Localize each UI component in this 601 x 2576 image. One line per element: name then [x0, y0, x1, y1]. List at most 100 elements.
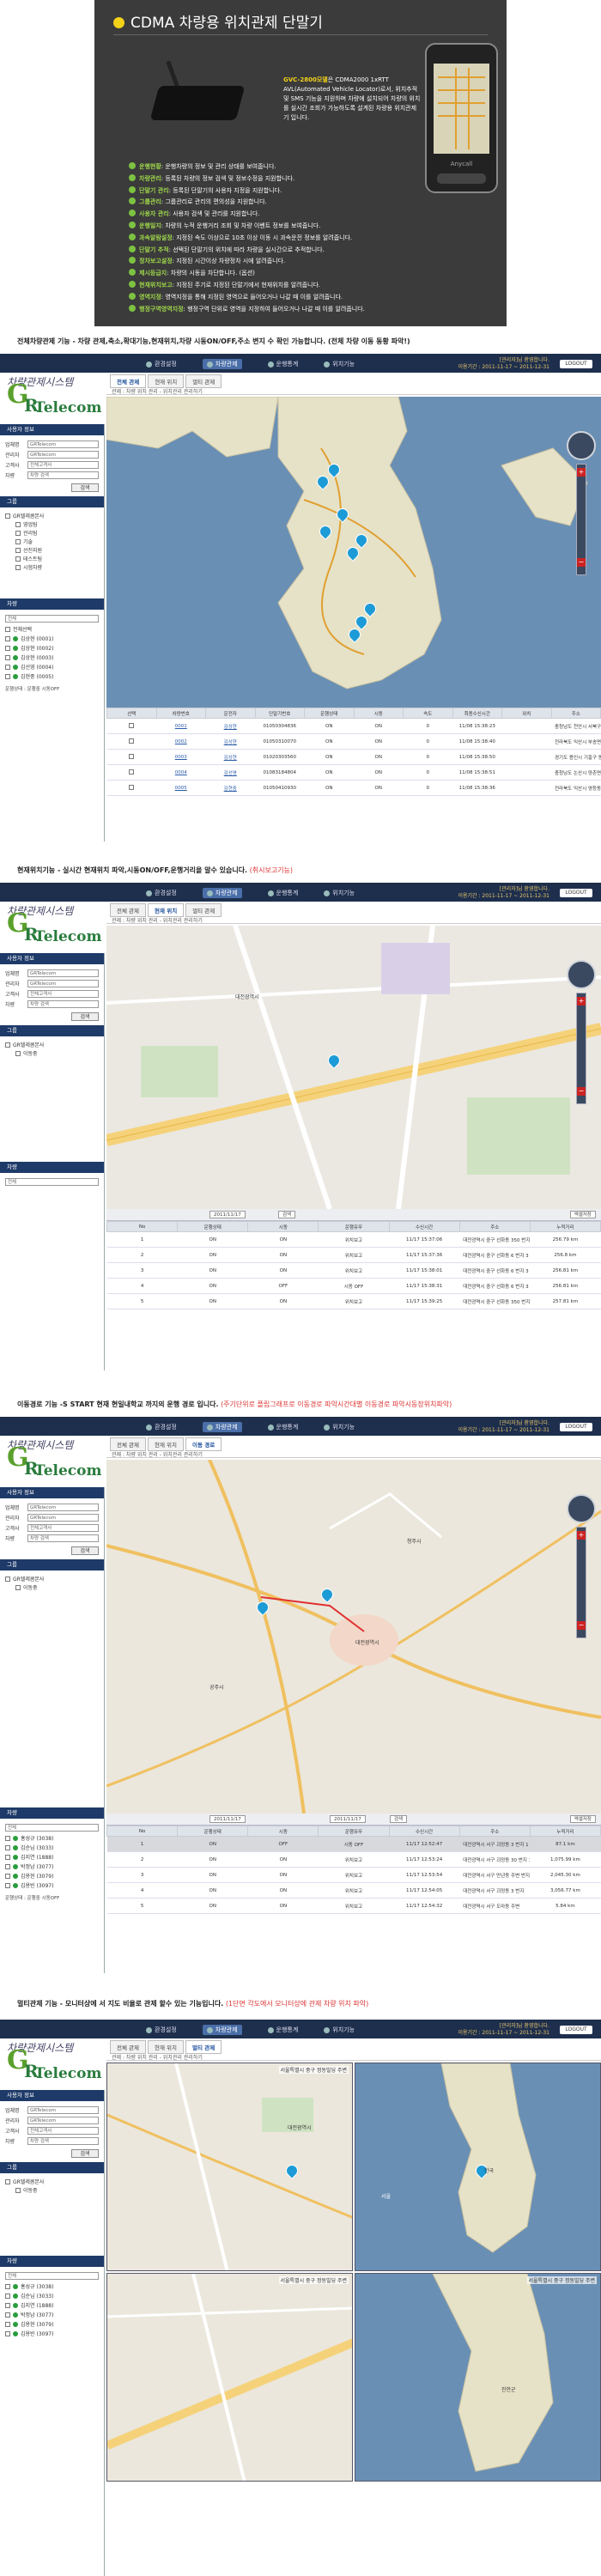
table-row[interactable]: 0005 김현중 01050410930 ON ON 0 11/08 15:38:36 전라북…: [106, 780, 601, 796]
map-street-current[interactable]: 대전광역시 + −: [106, 926, 601, 1209]
table-row[interactable]: 2 ON ON 위치보고 11/17 15:37:36 대전광역시 중구 선화동 6 번지…: [106, 1247, 601, 1263]
list-item[interactable]: 김상현 (0002): [5, 644, 99, 653]
column-header[interactable]: 운행유무: [318, 1221, 390, 1232]
search-button[interactable]: 검색: [390, 1815, 408, 1823]
list-item[interactable]: 김순님 (3033): [5, 1844, 99, 1853]
checkbox[interactable]: [129, 722, 135, 728]
map-pane-2[interactable]: 한국 서울: [355, 2063, 601, 2271]
list-item[interactable]: 김선영 (0004): [5, 663, 99, 672]
logout-button[interactable]: LOGOUT: [560, 2026, 592, 2034]
zoom-in-icon[interactable]: +: [577, 1531, 586, 1540]
column-header[interactable]: 운행상태: [177, 1826, 249, 1837]
logout-button[interactable]: LOGOUT: [560, 1423, 592, 1431]
column-header[interactable]: 시동: [353, 708, 404, 719]
column-header[interactable]: 최종수신시간: [452, 708, 502, 719]
vehicle-pin[interactable]: [355, 534, 366, 548]
vehicle-filter-select[interactable]: 전체: [5, 615, 99, 623]
table-row[interactable]: 0004 김선영 01083184804 ON ON 0 11/08 15:38:51 충청남…: [106, 764, 601, 781]
list-item[interactable]: 김지연 (1888): [5, 1853, 99, 1862]
table-row[interactable]: 0001 김상현 01050304836 ON ON 0 11/08 15:38:23 충청남…: [106, 718, 601, 734]
manager-select[interactable]: GRTelecom: [27, 451, 99, 459]
vehicle-pin[interactable]: [347, 547, 357, 561]
table-row[interactable]: 0002 김상현 01050310070 ON ON 0 11/08 15:38:40 전라북…: [106, 733, 601, 750]
search-button[interactable]: 검색: [278, 1211, 296, 1218]
checkbox[interactable]: [129, 784, 135, 790]
column-header[interactable]: 운행유무: [318, 1826, 390, 1837]
column-header[interactable]: 시동: [247, 1826, 319, 1837]
column-header[interactable]: No: [106, 1221, 179, 1232]
map-pane-1[interactable]: 대전광역시 서울특별시 중구 정동빌딩 주변: [106, 2063, 353, 2271]
list-item[interactable]: 홍성규 (3038): [5, 1834, 99, 1844]
column-header[interactable]: 시동: [247, 1221, 319, 1232]
date-to-field[interactable]: 2011/11/17: [330, 1815, 366, 1823]
route-pin[interactable]: [257, 1601, 267, 1615]
map-pane-3[interactable]: 서울특별시 중구 정동빌딩 주변: [106, 2273, 353, 2482]
column-header[interactable]: 위치: [501, 708, 552, 719]
map-route[interactable]: 대전광역시 공주시 청주시 + −: [106, 1460, 601, 1814]
column-header[interactable]: 수신시간: [388, 1221, 460, 1232]
search-button[interactable]: 검색: [71, 1012, 99, 1021]
table-row[interactable]: 1 ON OFF 시동 OFF 11/17 12:52:47 대전광역시 서구 괴정동 3…: [106, 1836, 601, 1852]
zoom-control[interactable]: + −: [567, 960, 596, 1104]
vehicle-pin[interactable]: [319, 526, 330, 539]
table-row[interactable]: 3 ON ON 위치보고 11/17 12:53:54 대전광역시 서구 만년동 주변 번…: [106, 1867, 601, 1883]
list-item[interactable]: 김상현 (0003): [5, 653, 99, 663]
column-header[interactable]: 주소: [458, 1221, 531, 1232]
table-row[interactable]: 1 ON ON 위치보고 11/17 15:37:06 대전광역시 중구 선화동 350 …: [106, 1231, 601, 1248]
date-from-field[interactable]: 2011/11/17: [209, 1815, 246, 1823]
table-row[interactable]: 4 ON OFF 시동 OFF 11/17 15:38:31 대전광역시 중구 선화동 6…: [106, 1278, 601, 1294]
column-header[interactable]: 단말기번호: [254, 708, 305, 719]
zoom-control[interactable]: + −: [567, 1494, 596, 1638]
nav-location[interactable]: 위치기능: [324, 359, 355, 369]
list-item[interactable]: 박정남 (3077): [5, 2311, 99, 2320]
column-header[interactable]: 속도: [403, 708, 453, 719]
list-item[interactable]: 김용현 (3079): [5, 1872, 99, 1881]
column-header[interactable]: 주소: [458, 1826, 531, 1837]
nav-statistics[interactable]: 운행통계: [267, 359, 298, 369]
zoom-in-icon[interactable]: +: [577, 468, 586, 477]
vehicle-pin[interactable]: [328, 464, 338, 477]
table-row[interactable]: 4 ON ON 위치보고 11/17 12:54:05 대전광역시 서구 괴정동 3 번지…: [106, 1882, 601, 1899]
excel-button[interactable]: 엑셀저장: [569, 1815, 596, 1823]
zoom-in-icon[interactable]: +: [577, 997, 586, 1005]
excel-button[interactable]: 엑셀저장: [569, 1211, 596, 1218]
checkbox[interactable]: [129, 738, 135, 744]
date-field[interactable]: 2011/11/17: [209, 1211, 246, 1218]
list-item[interactable]: 김용빈 (3097): [5, 2330, 99, 2339]
list-item[interactable]: 홍성규 (3038): [5, 2282, 99, 2292]
table-row[interactable]: 5 ON ON 위치보고 11/17 12:54:32 대전광역시 서구 도마동 주변 5.…: [106, 1898, 601, 1914]
table-row[interactable]: 2 ON ON 위치보고 11/17 12:53:24 대전광역시 서구 괴정동 30 번…: [106, 1851, 601, 1868]
search-button[interactable]: 검색: [71, 1546, 99, 1555]
checkbox[interactable]: [129, 769, 135, 775]
search-button[interactable]: 검색: [71, 483, 99, 492]
map-korea[interactable]: + −: [106, 397, 601, 708]
vehicle-pin[interactable]: [355, 616, 366, 629]
list-item[interactable]: 김지연 (1888): [5, 2301, 99, 2311]
list-item[interactable]: 김용현 (3079): [5, 2320, 99, 2330]
vehicle-pin[interactable]: [349, 629, 359, 642]
logout-button[interactable]: LOGOUT: [560, 889, 592, 897]
vehicle-search-input[interactable]: 차량 검색: [27, 471, 99, 479]
search-button[interactable]: 검색: [71, 2149, 99, 2158]
vehicle-pin[interactable]: [328, 1054, 338, 1068]
route-pin[interactable]: [321, 1589, 331, 1602]
zoom-out-icon[interactable]: −: [577, 1621, 586, 1630]
column-header[interactable]: 주소: [550, 708, 601, 719]
zoom-out-icon[interactable]: −: [577, 1087, 586, 1096]
pan-icon[interactable]: [567, 431, 596, 460]
vehicle-pin[interactable]: [317, 476, 327, 489]
map-pane-4[interactable]: 서울특별시 중구 정동빌딩 주변 진안군: [355, 2273, 601, 2482]
zoom-out-icon[interactable]: −: [577, 558, 586, 567]
vehicle-pin[interactable]: [286, 2165, 296, 2178]
company-select[interactable]: GRTelecom: [27, 440, 99, 448]
list-item[interactable]: 김용빈 (3097): [5, 1881, 99, 1891]
column-header[interactable]: No: [106, 1826, 179, 1837]
column-header[interactable]: 선택: [106, 708, 157, 719]
column-header[interactable]: 누적거리: [529, 1826, 601, 1837]
checkbox[interactable]: [5, 513, 10, 519]
zoom-control[interactable]: + −: [567, 431, 596, 575]
column-header[interactable]: 운행상태: [177, 1221, 249, 1232]
list-item[interactable]: 김현중 (0005): [5, 672, 99, 682]
table-row[interactable]: 3 ON ON 위치보고 11/17 15:38:01 대전광역시 중구 선화동 6 번지…: [106, 1262, 601, 1279]
nav-vehicle-control[interactable]: 차량관제: [202, 359, 242, 369]
